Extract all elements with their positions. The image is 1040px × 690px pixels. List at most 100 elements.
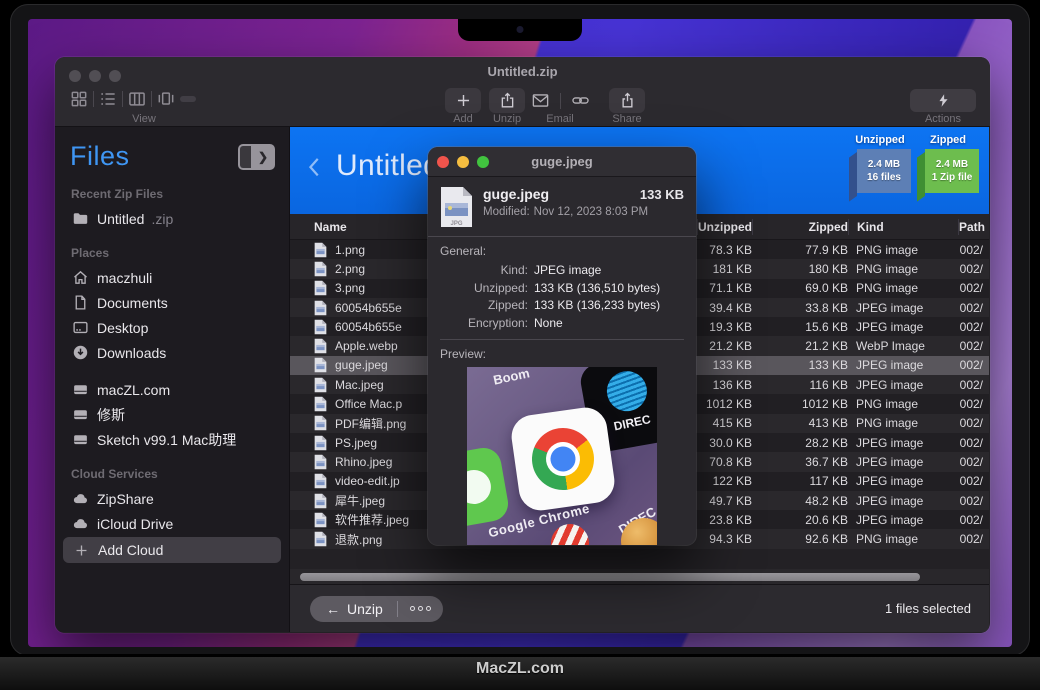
popup-file-modified: Modified:Nov 12, 2023 8:03 PM <box>483 206 684 218</box>
add-button[interactable] <box>445 88 481 113</box>
column-header-kind[interactable]: Kind <box>848 219 958 235</box>
email-button[interactable] <box>525 88 555 113</box>
sidebar-item-documents[interactable]: Documents <box>55 290 289 315</box>
path-cell: 002/ <box>958 436 989 450</box>
file-name: 60054b655e <box>335 301 402 315</box>
unzipped-cell: 181 KB <box>697 262 752 276</box>
sidebar-item-downloads[interactable]: Downloads <box>55 340 289 365</box>
sidebar: Files ❯ Recent Zip FilesUntitled.zipPlac… <box>55 127 290 632</box>
kind-cell: JPEG image <box>848 378 958 392</box>
email-label: Email <box>525 113 595 125</box>
unzipped-cell: 94.3 KB <box>697 532 752 546</box>
scrollbar-thumb[interactable] <box>300 573 920 581</box>
column-header-unzipped[interactable]: Unzipped <box>697 219 752 235</box>
property-label: Kind: <box>440 262 528 279</box>
share-button[interactable] <box>609 88 645 113</box>
unzipped-cell: 49.7 KB <box>697 494 752 508</box>
actions-button[interactable] <box>910 89 976 112</box>
preview-section-header: Preview: <box>440 347 684 361</box>
popup-file-name: guge.jpeg <box>483 186 549 202</box>
image-file-icon <box>314 377 327 393</box>
unzipped-badge-label: Unzipped <box>855 134 905 146</box>
sidebar-item-maczl-com[interactable]: macZL.com <box>55 377 289 402</box>
property-value: 133 KB (136,510 bytes) <box>534 280 684 297</box>
grid-view-icon[interactable] <box>69 89 89 109</box>
zipped-cell: 21.2 KB <box>752 339 848 353</box>
sidebar-item--[interactable]: 修斯 <box>55 402 289 427</box>
column-view-icon[interactable] <box>127 89 147 109</box>
sidebar-item-icloud-drive[interactable]: iCloud Drive <box>55 511 289 536</box>
unzip-label: Unzip <box>489 113 525 125</box>
desktop-wallpaper: Untitled.zip View Add Unzip <box>28 19 1012 647</box>
popup-titlebar: guge.jpeg <box>428 147 696 177</box>
path-cell: 002/ <box>958 301 989 315</box>
sidebar-item-sketch-v99-1-mac-[interactable]: Sketch v99.1 Mac助理 <box>55 427 289 452</box>
copy-link-button[interactable] <box>565 88 595 113</box>
sidebar-section-header: Places <box>55 231 289 265</box>
sidebar-item-untitled[interactable]: Untitled.zip <box>55 206 289 231</box>
size-badges: Unzipped 2.4 MB16 files Zipped <box>843 134 979 193</box>
gallery-view-icon[interactable] <box>156 89 176 109</box>
popup-title: guge.jpeg <box>428 154 696 169</box>
share-label: Share <box>609 113 645 125</box>
horizontal-scrollbar[interactable] <box>290 569 989 584</box>
path-cell: 002/ <box>958 513 989 527</box>
unzipped-cell: 71.1 KB <box>697 281 752 295</box>
sidebar-item-suffix: .zip <box>151 211 173 227</box>
unzipped-cell: 21.2 KB <box>697 339 752 353</box>
unzipped-cell: 136 KB <box>697 378 752 392</box>
unzipped-cell: 30.0 KB <box>697 436 752 450</box>
path-cell: 002/ <box>958 378 989 392</box>
unzip-split-button[interactable]: ←Unzip <box>310 596 443 622</box>
divider <box>122 91 123 107</box>
zipped-cell: 116 KB <box>752 378 848 392</box>
property-value: 133 KB (136,233 bytes) <box>534 297 684 314</box>
sidebar-item-label: Downloads <box>97 345 166 361</box>
zipped-size-cube: 2.4 MB1 Zip file <box>925 149 979 193</box>
image-file-icon <box>314 242 327 258</box>
back-chevron-icon[interactable] <box>304 155 326 186</box>
drive-icon <box>71 406 90 424</box>
kind-cell: PNG image <box>848 243 958 257</box>
sidebar-item-maczhuli[interactable]: maczhuli <box>55 265 289 290</box>
unzip-button[interactable] <box>489 88 525 113</box>
divider <box>560 93 561 109</box>
sidebar-item-desktop[interactable]: Desktop <box>55 315 289 340</box>
zipped-cell: 28.2 KB <box>752 436 848 450</box>
image-file-icon <box>314 415 327 431</box>
path-cell: 002/ <box>958 474 989 488</box>
list-view-icon[interactable] <box>98 89 118 109</box>
unzipped-cell: 133 KB <box>697 358 752 372</box>
column-header-path[interactable]: Path <box>958 219 989 235</box>
unzip-options-dots-icon[interactable] <box>398 606 443 611</box>
sidebar-item-zipshare[interactable]: ZipShare <box>55 486 289 511</box>
kind-cell: PNG image <box>848 416 958 430</box>
kind-cell: JPEG image <box>848 474 958 488</box>
kind-cell: PNG image <box>848 262 958 276</box>
laptop-bezel: Untitled.zip View Add Unzip <box>10 4 1030 656</box>
sidebar-item-label: macZL.com <box>97 382 170 398</box>
sidebar-section-header: Cloud Services <box>55 452 289 486</box>
file-name: 软件推荐.jpeg <box>335 511 409 528</box>
lightning-bolt-icon <box>936 93 951 108</box>
detail-view-icon-selected[interactable] <box>180 96 196 102</box>
sidebar-item-label: maczhuli <box>97 270 152 286</box>
file-info-popup: guge.jpeg JPG guge.jpeg 133 KB <box>428 147 696 545</box>
sidebar-item-add-cloud[interactable]: Add Cloud <box>63 537 281 563</box>
path-cell: 002/ <box>958 281 989 295</box>
sidebar-toggle-icon[interactable]: ❯ <box>238 144 275 170</box>
preview-boom-text: Boom <box>492 367 531 388</box>
sidebar-item-label: ZipShare <box>97 491 154 507</box>
link-icon <box>571 91 590 110</box>
cloud-icon <box>71 490 90 508</box>
folder-icon <box>71 210 90 228</box>
zipped-cell: 1012 KB <box>752 397 848 411</box>
kind-cell: PNG image <box>848 281 958 295</box>
download-icon <box>71 344 90 362</box>
image-file-icon <box>314 338 327 354</box>
sidebar-item-label: Documents <box>97 295 168 311</box>
unzipped-cell: 122 KB <box>697 474 752 488</box>
column-header-zipped[interactable]: Zipped <box>752 219 848 235</box>
file-name: 退款.png <box>335 531 382 548</box>
path-cell: 002/ <box>958 320 989 334</box>
